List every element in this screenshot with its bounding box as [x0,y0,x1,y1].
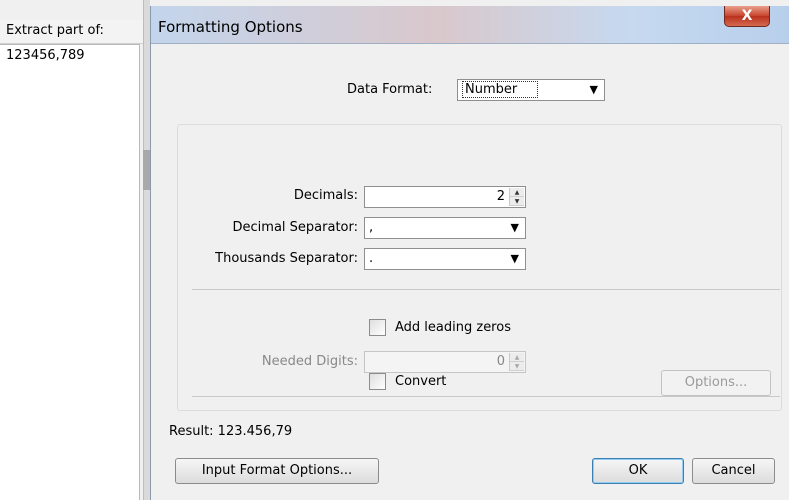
extract-part-value: 123456,789 [6,48,85,63]
input-format-options-button[interactable]: Input Format Options... [175,458,379,484]
needed-digits-value: 0 [496,354,505,369]
options-button[interactable]: Options... [661,370,771,396]
number-options-group: Decimals: 2 ▲ ▼ Decimal Separator: , ▼ T… [177,124,782,411]
data-format-label: Data Format: [347,82,433,97]
extract-part-header: Extract part of: [0,20,144,44]
spin-down-icon[interactable]: ▼ [510,362,524,371]
thousands-separator-select[interactable]: . ▼ [364,248,526,270]
thousands-separator-label: Thousands Separator: [215,251,358,266]
formatting-options-dialog: Formatting Options X Data Format: Number… [150,6,789,500]
chevron-down-icon: ▼ [510,252,519,265]
decimals-spin-buttons: ▲ ▼ [509,188,524,206]
needed-digits-stepper[interactable]: 0 ▲ ▼ [364,351,526,373]
separator-line [192,396,780,397]
data-format-value: Number [462,81,539,98]
add-leading-zeros-checkbox[interactable] [369,319,386,336]
dialog-client-area: Data Format: Number ▼ Decimals: 2 ▲ ▼ De… [159,45,782,500]
chevron-down-icon: ▼ [510,221,519,234]
decimals-value: 2 [496,189,505,204]
decimals-label: Decimals: [293,188,358,203]
close-icon: X [741,8,753,24]
spin-up-icon[interactable]: ▲ [510,188,524,197]
convert-label[interactable]: Convert [395,374,446,389]
separator-line [192,289,780,290]
ok-button[interactable]: OK [592,458,684,484]
spin-up-icon[interactable]: ▲ [510,353,524,362]
close-button[interactable]: X [724,6,770,27]
result-text: Result: 123.456,79 [169,424,293,439]
background-scrollbar-thumb[interactable] [143,150,150,190]
chevron-down-icon: ▼ [589,83,598,96]
dialog-title: Formatting Options [158,18,303,36]
decimal-separator-value: , [369,220,374,235]
cancel-button[interactable]: Cancel [692,458,775,484]
background-scrollbar[interactable] [143,0,150,500]
data-format-select[interactable]: Number ▼ [457,79,605,101]
needed-digits-label: Needed Digits: [261,354,358,369]
extract-part-value-field[interactable]: 123456,789 [0,44,140,500]
add-leading-zeros-label[interactable]: Add leading zeros [395,320,511,335]
thousands-separator-value: . [369,251,374,266]
dialog-titlebar[interactable]: Formatting Options X [151,6,789,44]
needed-digits-spin-buttons: ▲ ▼ [509,353,524,371]
decimals-stepper[interactable]: 2 ▲ ▼ [364,186,526,208]
decimal-separator-label: Decimal Separator: [232,220,358,235]
spin-down-icon[interactable]: ▼ [510,197,524,206]
convert-checkbox[interactable] [369,373,386,390]
decimal-separator-select[interactable]: , ▼ [364,217,526,239]
